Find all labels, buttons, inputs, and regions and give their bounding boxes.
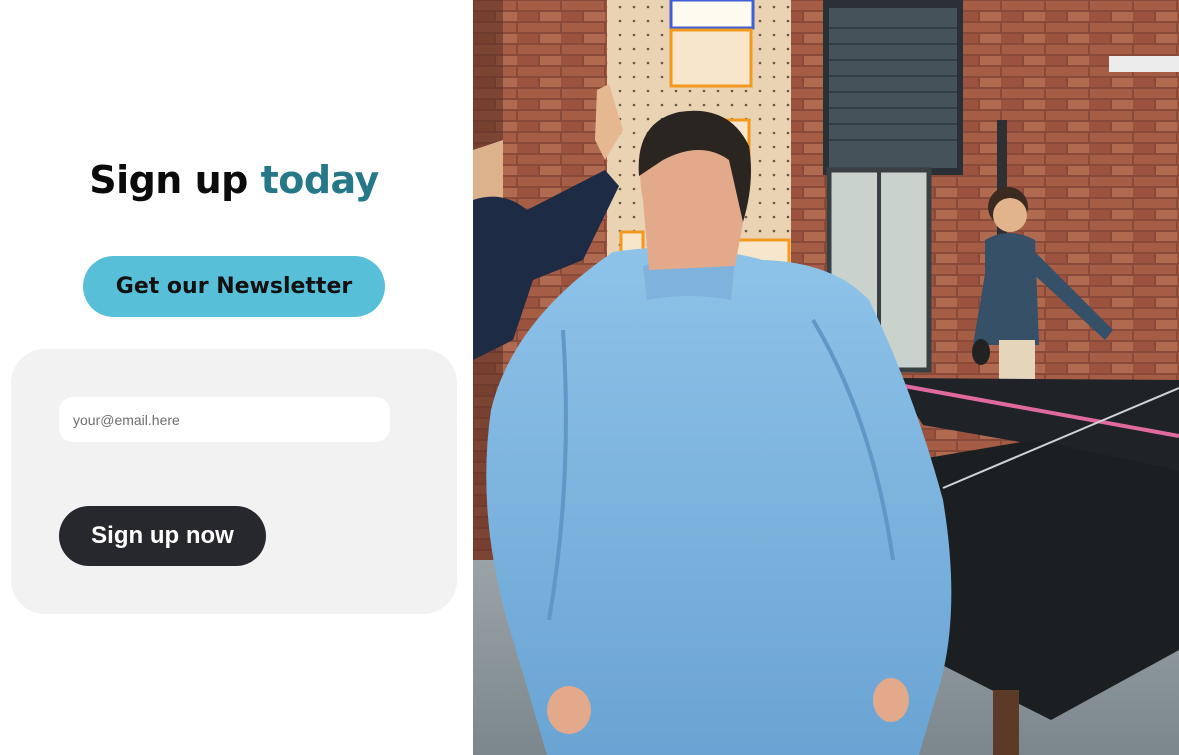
signup-form: Sign up now [11,349,457,614]
title-accent: today [260,158,380,202]
sign-up-button[interactable]: Sign up now [59,506,266,566]
title-prefix: Sign up [89,158,261,202]
newsletter-badge: Get our Newsletter [83,256,385,317]
page-title: Sign up today [0,158,468,202]
signup-panel: Sign up today Get our Newsletter Sign up… [0,0,473,755]
email-field[interactable] [59,397,390,442]
office-photo [473,0,1179,755]
